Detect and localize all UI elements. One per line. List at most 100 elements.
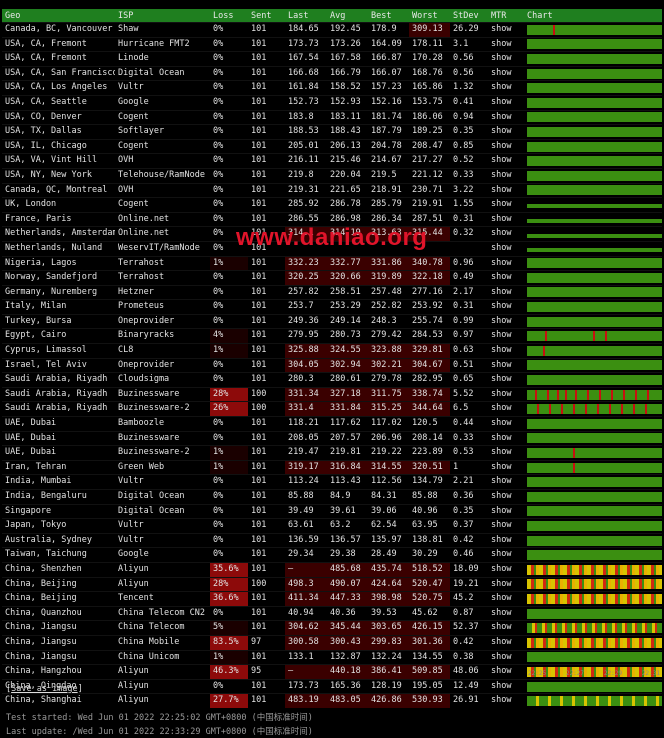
loss-spike-mark <box>549 404 551 415</box>
save-as-image-link[interactable]: Save as image <box>11 684 78 694</box>
cell-best: 166.07 <box>371 67 402 78</box>
mtr-show-link[interactable]: show <box>488 95 524 110</box>
mtr-show-link[interactable]: show <box>488 285 524 300</box>
mtr-show-link[interactable]: show <box>488 519 524 534</box>
mtr-show-link[interactable]: show <box>488 271 524 286</box>
cell-sent: 101 <box>251 257 267 268</box>
mtr-show-link[interactable]: show <box>488 81 524 96</box>
cell-best: 279.42 <box>371 330 402 341</box>
cell-avg: 440.18 <box>327 664 368 680</box>
mtr-show-link[interactable]: show <box>488 533 524 548</box>
mtr-show-link[interactable]: show <box>488 23 524 38</box>
cell-best: 28.49 <box>371 549 397 560</box>
mtr-show-link[interactable]: show <box>488 66 524 81</box>
cell-avg: 320.66 <box>327 270 368 286</box>
mtr-show-link[interactable]: show <box>488 300 524 315</box>
mtr-show-link[interactable]: show <box>488 373 524 388</box>
ping-results-page: Geo ISP Loss Sent Last Avg Best Worst StDev MTR Ch… <box>0 0 664 738</box>
mtr-show-link[interactable]: show <box>488 154 524 169</box>
mtr-show-link[interactable]: show <box>488 504 524 519</box>
cell-best: 39.53 <box>371 607 397 618</box>
cell-sent: 101 <box>251 67 267 78</box>
cell-worst: 520.47 <box>409 577 450 592</box>
table-row: Israel, Tel Aviv Oneprovider 0% 101 304.05 30… <box>2 358 662 373</box>
table-row: Nigeria, Lagos Terrahost 1% 101 332.23 332.77… <box>2 256 662 271</box>
cell-geo: USA, CA, Seattle <box>5 96 87 107</box>
mtr-show-link[interactable]: show <box>488 446 524 461</box>
mtr-show-link[interactable]: show <box>488 241 524 256</box>
cell-isp: Vultr <box>118 534 144 545</box>
cell-last: 161.84 <box>288 82 319 93</box>
mtr-show-link[interactable]: show <box>488 679 524 694</box>
latency-chart-cell <box>524 241 662 256</box>
latency-chart-cell <box>524 475 662 490</box>
cell-best: 426.86 <box>368 693 409 708</box>
mtr-show-link[interactable]: show <box>488 431 524 446</box>
mtr-show-link[interactable]: show <box>488 665 524 680</box>
cell-sent: 101 <box>251 345 267 356</box>
mtr-show-link[interactable]: show <box>488 694 524 708</box>
mtr-show-link[interactable]: show <box>488 344 524 359</box>
mtr-show-link[interactable]: show <box>488 314 524 329</box>
mtr-show-link[interactable]: show <box>488 475 524 490</box>
mtr-show-link[interactable]: show <box>488 212 524 227</box>
latency-chart-cell <box>524 446 662 461</box>
cell-loss: 83.5% <box>210 635 248 651</box>
mtr-show-link[interactable]: show <box>488 650 524 665</box>
mtr-show-link[interactable]: show <box>488 417 524 432</box>
mtr-show-link[interactable]: show <box>488 402 524 417</box>
cell-stdev: 0.53 <box>453 447 474 458</box>
latency-bar <box>527 83 662 94</box>
cell-worst: 282.95 <box>412 374 443 385</box>
cell-isp: OVH <box>118 184 134 195</box>
mtr-show-link[interactable]: show <box>488 52 524 67</box>
mtr-show-link[interactable]: show <box>488 577 524 592</box>
cell-worst: 219.91 <box>412 199 443 210</box>
mtr-show-link[interactable]: show <box>488 329 524 344</box>
mtr-show-link[interactable]: show <box>488 387 524 402</box>
mtr-show-link[interactable]: show <box>488 562 524 577</box>
mtr-show-link[interactable]: show <box>488 227 524 242</box>
cell-sent: 97 <box>251 636 262 647</box>
mtr-show-link[interactable]: show <box>488 125 524 140</box>
loss-spike-mark <box>593 331 595 342</box>
table-row: USA, VA, Vint Hill OVH 0% 101 216.11 215.46 21… <box>2 153 662 169</box>
cell-worst: 178.11 <box>412 38 443 49</box>
mtr-show-link[interactable]: show <box>488 621 524 636</box>
cell-isp: Bamboozle <box>118 418 165 429</box>
cell-isp: Oneprovider <box>118 315 175 326</box>
mtr-show-link[interactable]: show <box>488 358 524 373</box>
mtr-show-link[interactable]: show <box>488 460 524 475</box>
mtr-show-link[interactable]: show <box>488 37 524 52</box>
cell-isp: OVH <box>118 155 134 166</box>
table-row: China, Jiangsu China Telecom 5% 101 304.62 34… <box>2 620 662 636</box>
cell-sent: 101 <box>251 491 267 501</box>
latency-bar <box>527 258 662 269</box>
mtr-show-link[interactable]: show <box>488 139 524 154</box>
mtr-show-link[interactable]: show <box>488 198 524 213</box>
cell-worst: 189.25 <box>412 126 443 137</box>
cell-isp: Vultr <box>118 476 144 487</box>
cell-avg: 206.13 <box>330 140 361 151</box>
cell-isp: Linode <box>118 53 149 64</box>
cell-loss: 0% <box>213 418 224 429</box>
cell-worst: 426.15 <box>409 620 450 636</box>
cell-avg: 332.77 <box>327 256 368 271</box>
mtr-show-link[interactable]: show <box>488 110 524 125</box>
mtr-show-link[interactable]: show <box>488 256 524 271</box>
mtr-show-link[interactable]: show <box>488 168 524 183</box>
mtr-show-link[interactable]: show <box>488 490 524 505</box>
cell-best: 302.21 <box>368 358 409 373</box>
cell-geo: Norway, Sandefjord <box>5 272 98 283</box>
mtr-show-link[interactable]: show <box>488 183 524 198</box>
mtr-show-link[interactable]: show <box>488 548 524 563</box>
latency-chart-cell <box>524 621 662 636</box>
latency-chart-cell <box>524 271 662 286</box>
latency-chart-cell <box>524 314 662 329</box>
cell-avg: 158.52 <box>330 82 361 93</box>
mtr-show-link[interactable]: show <box>488 592 524 607</box>
cell-last: 483.19 <box>285 693 327 708</box>
mtr-show-link[interactable]: show <box>488 635 524 650</box>
mtr-show-link[interactable]: show <box>488 606 524 621</box>
latency-bar <box>527 491 662 502</box>
